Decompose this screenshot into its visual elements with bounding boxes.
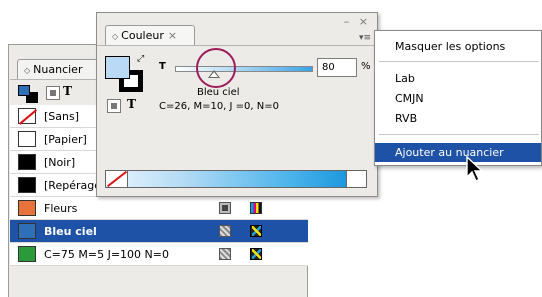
color-tab[interactable]: ◇ Couleur ×	[105, 25, 195, 45]
highlight-circle	[196, 48, 236, 88]
swatch-name: [Papier]	[44, 133, 87, 146]
menu-item-rvb[interactable]: RVB	[375, 109, 541, 128]
menu-separator	[379, 61, 539, 62]
swatch-name: [Sans]	[44, 110, 80, 123]
close-tab-icon[interactable]: ×	[168, 29, 177, 42]
menu-item-cmjn[interactable]: CMJN	[375, 89, 541, 108]
tab-diamond-icon: ◇	[24, 66, 31, 75]
color-tab-label: Couleur	[121, 29, 164, 42]
formatting-affects-text-button[interactable]: T	[127, 97, 136, 111]
color-panel-titlebar[interactable]: ◇ Couleur × – × ▾≡	[97, 13, 377, 45]
mixed-ink-icon	[250, 248, 262, 260]
color-panel-body: ⤢ T T % Bleu ciel C=26, M=10, J =0, N=0	[97, 45, 377, 197]
tint-label: T	[159, 61, 166, 72]
swatch-row-bleu-ciel[interactable]: Bleu ciel	[10, 220, 308, 243]
swatch-name: [Noir]	[44, 156, 76, 169]
color-panel: ◇Couleur × – × ▾≡ ⤢ T T % Bleu ciel C=26,…	[96, 12, 378, 197]
menu-item-hide-options[interactable]: Masquer les options	[375, 37, 541, 56]
none-swatch-icon[interactable]	[106, 171, 128, 187]
window-buttons[interactable]: – ×	[344, 15, 371, 28]
swatches-tab[interactable]: ◇ Nuancier	[17, 59, 105, 79]
swatch-name: Fleurs	[44, 202, 78, 215]
tint-input[interactable]	[317, 58, 357, 77]
tab-diamond-icon: ◇	[112, 32, 119, 41]
swatch-row-green[interactable]: C=75 M=5 J=100 N=0	[10, 243, 308, 266]
panel-menu-icon[interactable]: ▾≡	[359, 33, 371, 43]
menu-item-lab[interactable]: Lab	[375, 69, 541, 88]
mixed-ink-icon	[250, 225, 262, 237]
menu-item-add-to-swatches[interactable]: Ajouter au nuancier	[375, 143, 541, 162]
swatch-chip	[18, 154, 36, 170]
swatch-chip	[18, 246, 36, 262]
tint-icon	[219, 248, 231, 260]
swatch-name: Bleu ciel	[44, 225, 97, 238]
cmyk-icon	[250, 202, 262, 214]
swap-icon[interactable]: ⤢	[137, 54, 144, 64]
swatch-name: C=75 M=5 J=100 N=0	[44, 248, 169, 261]
color-ramp[interactable]	[105, 170, 367, 188]
swatch-chip	[18, 200, 36, 216]
swatches-tab-label: Nuancier	[33, 63, 83, 76]
menu-separator	[379, 134, 539, 135]
formatting-affects-text-button[interactable]: T	[63, 84, 72, 98]
percent-label: %	[361, 61, 371, 72]
swatch-chip	[18, 177, 36, 193]
swatch-row-fleurs[interactable]: Fleurs	[10, 197, 308, 220]
formatting-affects-container-button[interactable]	[107, 99, 121, 113]
swatch-chip	[18, 223, 36, 239]
panel-options-menu: Masquer les options Lab CMJN RVB Ajouter…	[374, 30, 542, 166]
swatch-name-label: Bleu ciel	[197, 87, 240, 98]
formatting-affects-container-button[interactable]	[46, 86, 60, 100]
swatch-chip	[18, 131, 36, 147]
swatch-chip	[18, 108, 36, 124]
white-swatch[interactable]	[346, 171, 366, 187]
fill-stroke-icon[interactable]	[18, 85, 38, 103]
tint-icon	[219, 225, 231, 237]
process-color-icon	[219, 202, 231, 214]
color-formula: C=26, M=10, J =0, N=0	[159, 101, 279, 112]
